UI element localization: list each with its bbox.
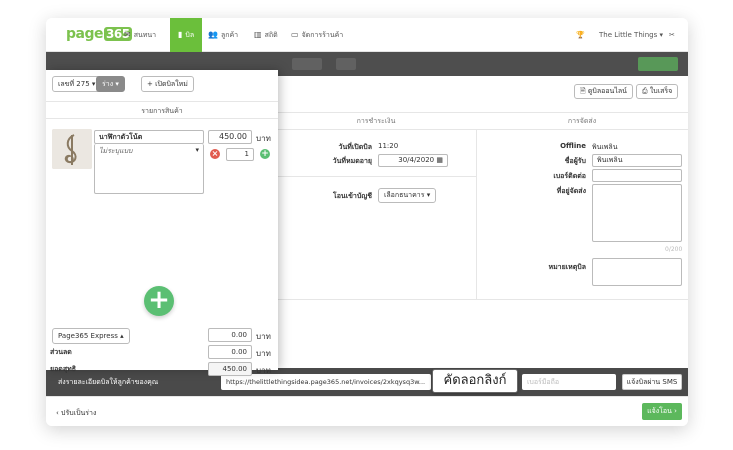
print-icon: ⎙ xyxy=(642,87,648,95)
bill-status-select[interactable]: ร่าง ▾ xyxy=(96,76,125,92)
phone-label: เบอร์ติดต่อ xyxy=(553,172,586,180)
net-total-value: 450.00 xyxy=(208,362,252,376)
phone-input[interactable] xyxy=(592,169,682,182)
bill-icon: ▮ xyxy=(178,30,183,39)
shipping-header: การจัดส่ง xyxy=(567,117,597,125)
print-receipt-button[interactable]: ⎙ ใบเสร็จ xyxy=(636,84,679,99)
item-variant-value: ไม่ระบุแบบ xyxy=(99,147,133,155)
variant-caret-icon: ▾ xyxy=(195,146,199,154)
add-item-button[interactable]: + xyxy=(144,286,174,316)
calendar-icon: ▦ xyxy=(436,156,443,164)
bank-select[interactable]: เลือกธนาคาร ▾ xyxy=(378,188,437,203)
share-bill-bar: ส่งรายละเอียดบิลให้ลูกค้าของคุณ https://… xyxy=(46,368,688,396)
opened-date-value: 11:20 xyxy=(378,142,399,150)
char-counter: 0/200 xyxy=(665,246,683,253)
offline-value: พินเพลิน xyxy=(592,143,618,151)
item-name-input[interactable]: นาฬิกาตัวโน้ต xyxy=(94,130,204,144)
note-textarea[interactable] xyxy=(592,258,682,286)
payment-header: การชำระเงิน xyxy=(356,117,396,125)
chat-icon: ✉ xyxy=(124,30,131,39)
tools-icon[interactable]: ✂ xyxy=(669,18,675,52)
net-total-label: ยอดสุทธิ xyxy=(50,365,77,373)
app-window: page 365 ✉ สนทนา ▮ บิล 👥 ลูกค้า ▥ สถิติ ▭ จัดก… xyxy=(46,18,688,426)
add-quantity-icon[interactable]: + xyxy=(260,149,270,159)
page365-logo[interactable]: page 365 xyxy=(66,26,132,42)
product-thumbnail xyxy=(52,129,92,169)
bill-footer: ‹ ปรับเป็นร่าง แจ้งโอน › xyxy=(46,396,688,426)
recipient-label: ชื่อผู้รับ xyxy=(564,157,586,165)
notify-transfer-button[interactable]: แจ้งโอน › xyxy=(642,403,682,420)
remove-item-icon[interactable]: × xyxy=(210,149,220,159)
plus-icon: + xyxy=(147,80,153,88)
new-bill-button[interactable]: + เปิดบิลใหม่ xyxy=(141,76,194,92)
users-icon: 👥 xyxy=(208,30,218,39)
expire-date-input[interactable]: 30/4/2020 ▦ xyxy=(378,154,448,167)
top-nav: page 365 ✉ สนทนา ▮ บิล 👥 ลูกค้า ▥ สถิติ ▭ จัดก… xyxy=(46,18,688,52)
address-label: ที่อยู่จัดส่ง xyxy=(556,187,586,195)
copy-link-button[interactable]: คัดลอกลิงก์ xyxy=(432,369,518,393)
offline-label: Offline xyxy=(560,142,586,150)
expire-date-label: วันที่หมดอายุ xyxy=(332,157,372,165)
bill-detail-panel: 🗎 ดูบิลออนไลน์ ⎙ ใบเสร็จ การชำระเงิน การ… xyxy=(276,76,688,368)
trophy-icon[interactable]: 🏆 xyxy=(576,18,585,52)
shop-icon: ▭ xyxy=(291,30,299,39)
treble-clef-clock-image xyxy=(52,129,92,169)
nav-bills[interactable]: ▮ บิล xyxy=(170,18,203,52)
note-label: หมายเหตุบิล xyxy=(548,263,586,271)
nav-chat[interactable]: ✉ สนทนา xyxy=(124,18,156,52)
bill-number-select[interactable]: เลขที่ 275 ▾ xyxy=(52,76,102,92)
nav-customers[interactable]: 👥 ลูกค้า xyxy=(208,18,238,52)
items-title: รายการสินค้า xyxy=(46,101,278,119)
view-online-button[interactable]: 🗎 ดูบิลออนไลน์ xyxy=(574,84,633,99)
bar-chart-icon: ▥ xyxy=(254,30,262,39)
revert-to-draft-link[interactable]: ‹ ปรับเป็นร่าง xyxy=(56,408,96,419)
share-text: ส่งรายละเอียดบิลให้ลูกค้าของคุณ xyxy=(58,378,159,386)
file-icon: 🗎 xyxy=(580,87,586,95)
item-price-input[interactable]: 450.00 xyxy=(208,130,252,144)
discount-input[interactable]: 0.00 xyxy=(208,345,252,359)
address-textarea[interactable] xyxy=(592,184,682,242)
nav-shop-settings[interactable]: ▭ จัดการร้านค้า xyxy=(291,18,343,52)
quantity-input[interactable]: 1 xyxy=(226,148,254,161)
shipping-cost-input[interactable]: 0.00 xyxy=(208,328,252,342)
nav-stats[interactable]: ▥ สถิติ xyxy=(254,18,278,52)
shop-switcher[interactable]: The Little Things ▾ xyxy=(599,18,663,52)
bill-url-field[interactable]: https://thelittlethingsidea.page365.net/… xyxy=(221,374,431,390)
price-unit: บาท xyxy=(256,134,271,143)
sms-phone-input[interactable]: เบอร์มือถือ xyxy=(522,374,616,390)
send-sms-button[interactable]: แจ้งบิลผ่าน SMS xyxy=(622,374,682,390)
shipping-method-select[interactable]: Page365 Express ▴ xyxy=(52,328,130,344)
recipient-input[interactable]: พินเพลิน xyxy=(592,154,682,167)
caret-down-icon: ▾ xyxy=(426,191,431,199)
bill-items-panel: เลขที่ 275 ▾ ร่าง ▾ + เปิดบิลใหม่ รายการ… xyxy=(46,70,278,376)
discount-label: ส่วนลด xyxy=(50,348,72,356)
transfer-account-label: โอนเข้าบัญชี xyxy=(332,192,372,200)
opened-date-label: วันที่เปิดบิล xyxy=(338,143,372,151)
item-variant-area[interactable]: ไม่ระบุแบบ ▾ xyxy=(94,144,204,194)
